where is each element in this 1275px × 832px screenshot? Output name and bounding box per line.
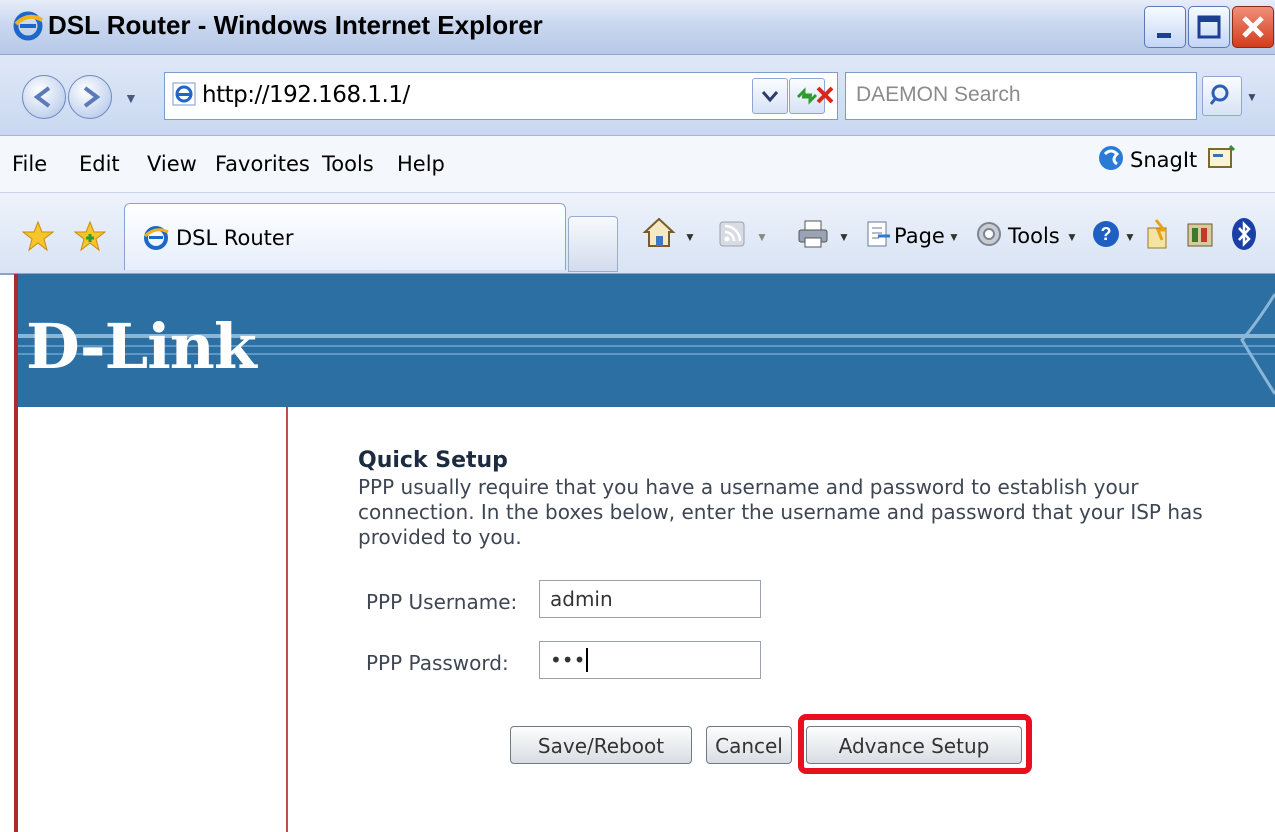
home-dropdown-icon[interactable]: ▼ <box>684 230 696 244</box>
print-dropdown-icon[interactable]: ▼ <box>838 230 850 244</box>
stop-button[interactable] <box>808 78 842 112</box>
address-text[interactable]: http://192.168.1.1/ <box>202 82 410 108</box>
ie-logo-icon <box>12 10 44 47</box>
add-favorites-icon[interactable] <box>73 220 107 257</box>
forward-arrow-icon <box>83 86 101 108</box>
close-icon <box>1242 16 1264 38</box>
search-button[interactable] <box>1202 76 1242 116</box>
page-ie-icon <box>172 82 196 111</box>
cancel-button[interactable]: Cancel <box>706 726 792 764</box>
close-button[interactable] <box>1232 6 1274 48</box>
search-placeholder: DAEMON Search <box>856 83 1021 106</box>
feeds-icon[interactable] <box>718 220 746 253</box>
home-icon[interactable] <box>642 216 676 255</box>
tab-label: DSL Router <box>176 226 294 250</box>
search-options-icon[interactable]: ▼ <box>1246 90 1258 104</box>
maximize-icon <box>1197 15 1221 39</box>
research-icon[interactable] <box>1144 218 1174 255</box>
menu-view[interactable]: View <box>147 152 197 176</box>
quick-setup-description: PPP usually require that you have a user… <box>358 475 1203 549</box>
page-dropdown-icon[interactable]: ▼ <box>948 230 960 244</box>
page-icon <box>864 220 892 253</box>
svg-text:?: ? <box>1101 224 1112 244</box>
snagit-icon <box>1097 144 1125 177</box>
menu-help[interactable]: Help <box>397 152 445 176</box>
forward-button[interactable] <box>68 75 112 119</box>
menu-file[interactable]: File <box>12 152 47 176</box>
sidebar <box>18 407 288 832</box>
tab-ie-icon <box>142 224 170 257</box>
addon-icon[interactable] <box>1184 218 1216 255</box>
feeds-dropdown-icon[interactable]: ▼ <box>756 230 768 244</box>
password-dots: ••• <box>550 648 586 672</box>
back-arrow-icon <box>33 86 51 108</box>
gear-icon <box>974 219 1004 254</box>
bluetooth-icon[interactable] <box>1230 217 1258 256</box>
print-icon[interactable] <box>796 218 830 255</box>
tools-dropdown-icon[interactable]: ▼ <box>1066 230 1078 244</box>
dlink-logo: D-Link <box>26 310 257 383</box>
quick-setup-title: Quick Setup <box>358 448 508 473</box>
history-dropdown-icon[interactable]: ▼ <box>124 90 138 106</box>
new-tab-button[interactable] <box>568 216 618 272</box>
maximize-button[interactable] <box>1188 6 1230 48</box>
help-icon[interactable]: ? <box>1090 218 1122 255</box>
stop-icon <box>816 86 834 104</box>
menu-favorites[interactable]: Favorites <box>215 152 310 176</box>
menu-tools[interactable]: Tools <box>322 152 374 176</box>
page-menu-button[interactable]: Page <box>894 224 945 248</box>
minimize-button[interactable] <box>1144 6 1186 48</box>
text-cursor <box>586 648 589 672</box>
tools-menu-button[interactable]: Tools <box>1008 224 1060 248</box>
ppp-username-input[interactable] <box>539 580 761 618</box>
ppp-password-label: PPP Password: <box>366 651 509 675</box>
address-dropdown-button[interactable] <box>752 78 788 114</box>
snagit-button[interactable]: SnagIt <box>1130 148 1197 172</box>
ppp-password-input[interactable]: ••• <box>539 641 761 679</box>
save-reboot-button[interactable]: Save/Reboot <box>510 726 692 764</box>
favorites-star-icon[interactable] <box>21 220 55 257</box>
ppp-username-label: PPP Username: <box>366 590 518 614</box>
back-button[interactable] <box>22 75 66 119</box>
minimize-icon <box>1157 33 1171 38</box>
search-icon <box>1209 84 1229 105</box>
chevron-down-icon <box>761 91 779 103</box>
window-title: DSL Router - Windows Internet Explorer <box>48 10 543 40</box>
highlight-box <box>798 714 1032 774</box>
snagit-capture-icon[interactable] <box>1206 144 1236 177</box>
menu-edit[interactable]: Edit <box>79 152 120 176</box>
help-dropdown-icon[interactable]: ▼ <box>1124 230 1136 244</box>
